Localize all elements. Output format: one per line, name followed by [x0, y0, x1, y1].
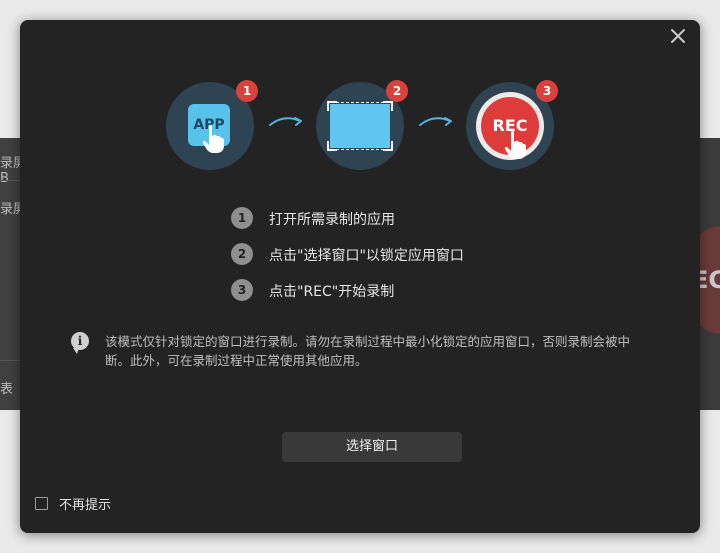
select-window-button[interactable]: 选择窗口	[282, 432, 462, 462]
lock-window-dialog: APP 1 2 REC 3 1 打开所需录制的应用 2 点击"选择窗口"以锁定应…	[20, 20, 700, 533]
hand-pointer-icon	[504, 130, 526, 159]
hand-pointer-icon	[202, 124, 224, 153]
step-badge: 1	[236, 80, 258, 102]
step-number: 1	[231, 207, 253, 229]
info-text: 该模式仅针对锁定的窗口进行录制。请勿在录制过程中最小化锁定的应用窗口，否则录制会…	[105, 334, 631, 368]
dont-show-again-label: 不再提示	[59, 498, 112, 513]
step-badge: 2	[386, 80, 408, 102]
arrow-right-icon	[419, 117, 452, 126]
step-number: 2	[231, 243, 253, 265]
rec-button-icon: REC 3	[466, 80, 558, 170]
app-tap-icon: APP 1	[166, 80, 258, 170]
dont-show-again-checkbox[interactable]	[35, 497, 48, 510]
close-icon	[671, 29, 685, 43]
info-bubble-icon: i	[71, 332, 89, 354]
step-badge: 3	[536, 80, 558, 102]
step-text: 打开所需录制的应用	[269, 212, 395, 228]
step-text: 点击"选择窗口"以锁定应用窗口	[269, 248, 464, 264]
selection-rectangle	[327, 101, 393, 151]
close-button[interactable]	[668, 26, 688, 46]
background-sidebar-item: 表	[0, 382, 14, 397]
step-number: 3	[231, 279, 253, 301]
arrow-right-icon	[269, 117, 302, 126]
step-text: 点击"REC"开始录制	[269, 284, 395, 300]
select-region-icon: 2	[316, 80, 408, 170]
